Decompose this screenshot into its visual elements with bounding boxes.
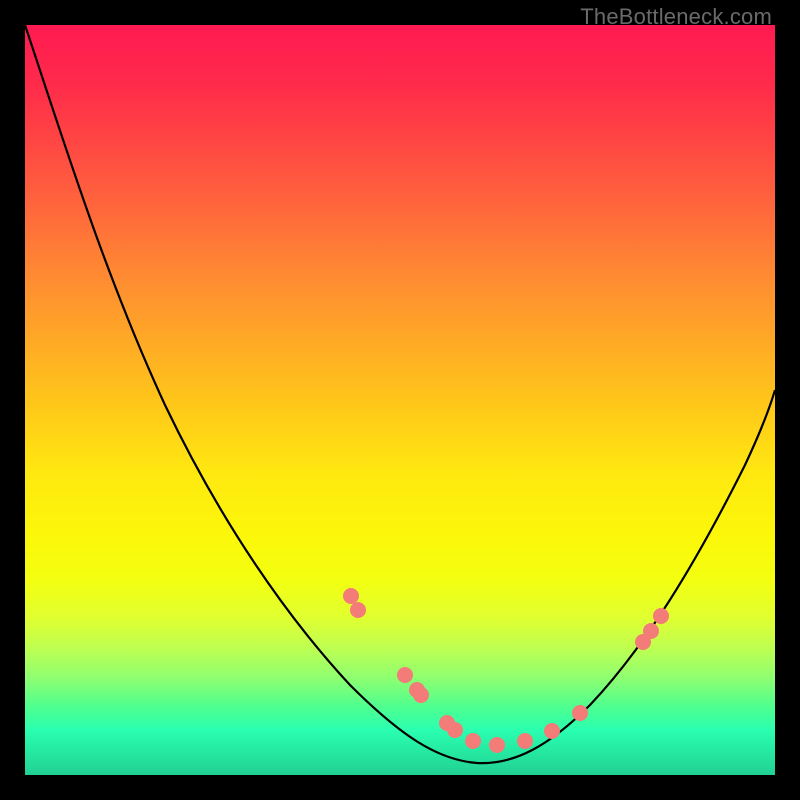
chart-background-gradient [25,25,775,775]
chart-container [25,25,775,775]
watermark-text: TheBottleneck.com [580,4,772,30]
